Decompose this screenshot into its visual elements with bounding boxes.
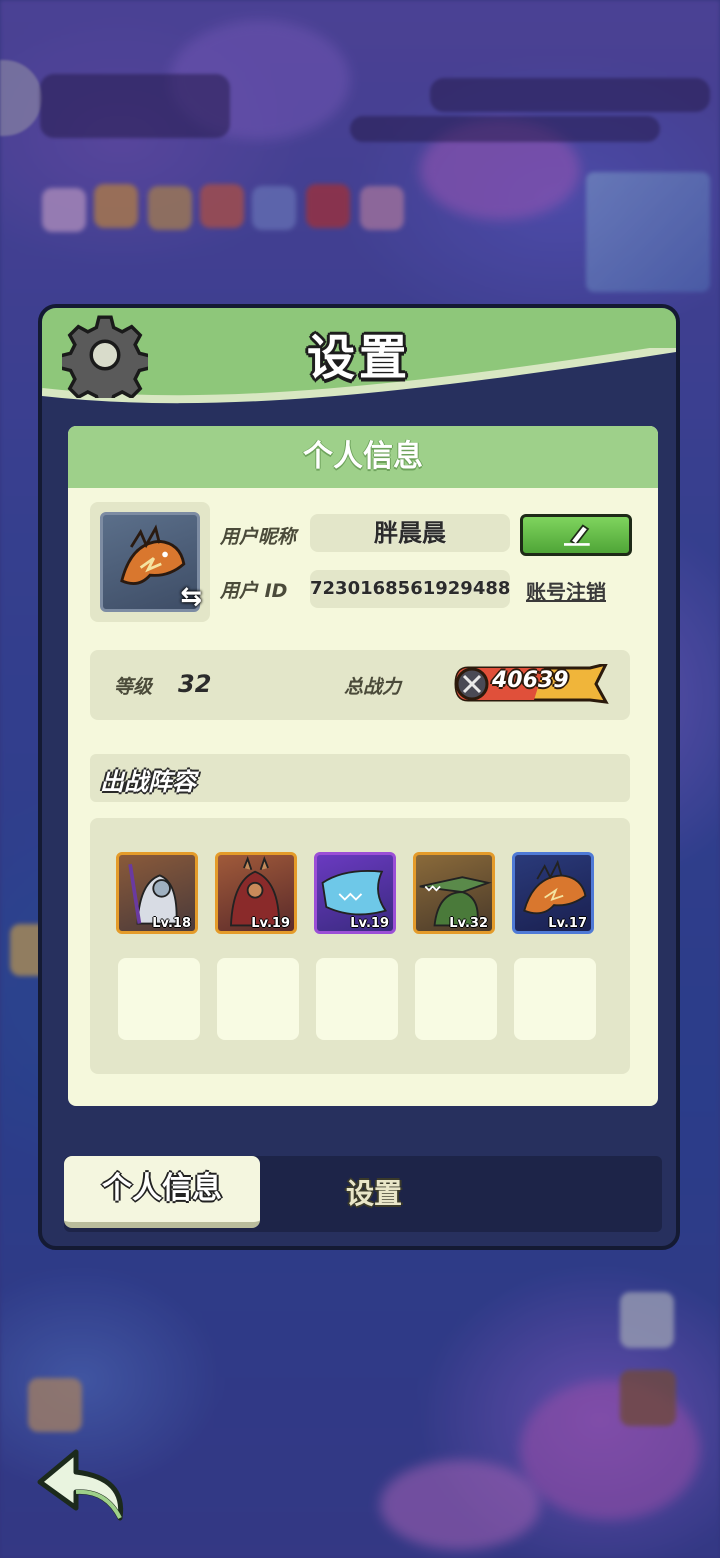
hero-level: Lv.19: [251, 916, 290, 931]
nickname-label: 用户昵称: [220, 526, 297, 548]
panel-header: 设置: [42, 308, 676, 418]
panel-title: 设置: [306, 330, 411, 386]
avatar-frame[interactable]: ⇆: [90, 502, 210, 622]
lineup-title: 出战阵容: [100, 768, 196, 796]
pencil-icon: [564, 524, 590, 546]
empty-hero-slot[interactable]: [118, 958, 200, 1040]
user-id-label: 用户 ID: [220, 580, 288, 602]
hero-level: Lv.19: [350, 916, 389, 931]
stats-row: 等级 32 总战力 40639: [90, 650, 630, 720]
empty-hero-slot[interactable]: [415, 958, 497, 1040]
profile-section-header: 个人信息: [68, 426, 658, 488]
settings-panel: 设置 个人信息 ⇆ 用户昵称 胖晨晨 用户 ID 723016856192948…: [38, 304, 680, 1250]
power-badge: 40639: [454, 664, 610, 704]
hero-level: Lv.18: [152, 916, 191, 931]
level-label: 等级: [114, 676, 153, 698]
empty-hero-slot[interactable]: [316, 958, 398, 1040]
swap-icon[interactable]: ⇆: [180, 582, 202, 612]
user-id-field: 7230168561929488: [310, 570, 510, 608]
hero-slot-3[interactable]: Lv.19: [314, 852, 396, 934]
hero-slot-5[interactable]: Lv.17: [512, 852, 594, 934]
lineup-box: Lv.18 Lv.19 Lv.19 Lv.32 Lv.17: [90, 818, 630, 1074]
edit-nickname-button[interactable]: [520, 514, 632, 556]
tab-settings[interactable]: 设置: [304, 1164, 444, 1224]
empty-hero-slot[interactable]: [514, 958, 596, 1040]
hero-slot-1[interactable]: Lv.18: [116, 852, 198, 934]
panel-tab-bar: 个人信息 设置: [64, 1156, 662, 1232]
empty-hero-slot[interactable]: [217, 958, 299, 1040]
hero-slot-4[interactable]: Lv.32: [413, 852, 495, 934]
back-arrow-icon: [37, 1449, 124, 1521]
level-value: 32: [178, 670, 212, 698]
hero-level: Lv.17: [548, 916, 587, 931]
profile-card: 个人信息 ⇆ 用户昵称 胖晨晨 用户 ID 7230168561929488 账…: [68, 426, 658, 1106]
cancel-account-link[interactable]: 账号注销: [526, 576, 606, 605]
power-value: 40639: [492, 668, 569, 693]
hero-slot-2[interactable]: Lv.19: [215, 852, 297, 934]
hero-level: Lv.32: [449, 916, 488, 931]
power-label: 总战力: [344, 676, 402, 698]
lineup-section-bar: 出战阵容: [90, 754, 630, 802]
nickname-field: 胖晨晨: [310, 514, 510, 552]
tab-profile[interactable]: 个人信息: [64, 1156, 260, 1228]
back-button[interactable]: [36, 1448, 132, 1524]
